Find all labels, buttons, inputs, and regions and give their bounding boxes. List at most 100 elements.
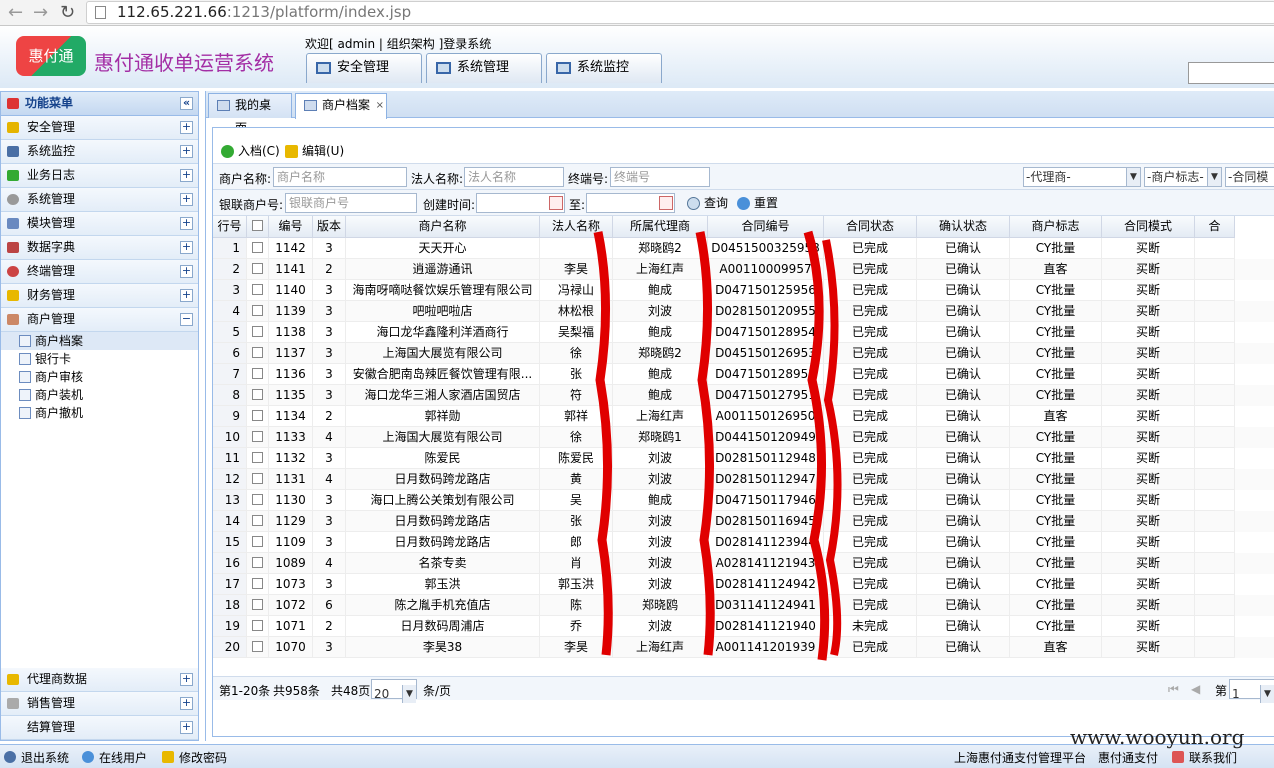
row-checkbox-cell[interactable] bbox=[247, 490, 269, 511]
row-checkbox-cell[interactable] bbox=[247, 322, 269, 343]
row-checkbox[interactable] bbox=[252, 242, 263, 253]
expand-icon[interactable]: + bbox=[180, 265, 193, 278]
row-checkbox-cell[interactable] bbox=[247, 385, 269, 406]
sidebar-subitem-install[interactable]: 商户装机 bbox=[1, 386, 198, 404]
table-row[interactable]: 6 1137 3 上海国大展览有限公司徐郑晓鸥2 D045150126953 已完成 已确认… bbox=[213, 343, 1274, 364]
agent-select[interactable]: -代理商- ▼ bbox=[1023, 167, 1141, 187]
row-checkbox[interactable] bbox=[252, 557, 263, 568]
row-checkbox-cell[interactable] bbox=[247, 532, 269, 553]
row-checkbox[interactable] bbox=[252, 641, 263, 652]
table-row[interactable]: 10 1133 4 上海国大展览有限公司徐郑晓鸥1 D044150120949 已完成 已确… bbox=[213, 427, 1274, 448]
row-checkbox[interactable] bbox=[252, 452, 263, 463]
collapse-sidebar-icon[interactable]: « bbox=[180, 97, 193, 110]
row-checkbox-cell[interactable] bbox=[247, 280, 269, 301]
logout-button[interactable]: 退出系统 bbox=[4, 749, 69, 766]
flag-select[interactable]: -商户标志- ▼ bbox=[1144, 167, 1222, 187]
row-checkbox[interactable] bbox=[252, 410, 263, 421]
top-tab-security[interactable]: 安全管理 bbox=[306, 53, 422, 83]
legal-name-input[interactable]: 法人名称 bbox=[464, 167, 564, 187]
row-checkbox-cell[interactable] bbox=[247, 616, 269, 637]
merchant-name-input[interactable]: 商户名称 bbox=[273, 167, 407, 187]
row-checkbox[interactable] bbox=[252, 284, 263, 295]
top-tab-monitor[interactable]: 系统监控 bbox=[546, 53, 662, 83]
page-number-select[interactable]: 1 ▼ bbox=[1229, 679, 1274, 703]
expand-icon[interactable]: + bbox=[180, 169, 193, 182]
union-id-input[interactable]: 银联商户号 bbox=[285, 193, 417, 213]
top-tab-system[interactable]: 系统管理 bbox=[426, 53, 542, 83]
row-checkbox-cell[interactable] bbox=[247, 238, 269, 259]
row-checkbox[interactable] bbox=[252, 305, 263, 316]
row-checkbox[interactable] bbox=[252, 368, 263, 379]
row-checkbox[interactable] bbox=[252, 494, 263, 505]
expand-icon[interactable]: + bbox=[180, 721, 193, 734]
table-row[interactable]: 20 1070 3 李昊38 李昊 上海红声 A001141201939 已完成 已确认 直客 买断 bbox=[213, 637, 1274, 658]
terminal-input[interactable]: 终端号 bbox=[610, 167, 710, 187]
row-checkbox[interactable] bbox=[252, 599, 263, 610]
row-checkbox-cell[interactable] bbox=[247, 574, 269, 595]
collapse-icon[interactable]: − bbox=[180, 313, 193, 326]
mode-select[interactable]: -合同模式 bbox=[1225, 167, 1274, 187]
forward-icon[interactable]: → bbox=[33, 2, 48, 23]
contact-button[interactable]: 联系我们 bbox=[1172, 749, 1237, 766]
row-checkbox-cell[interactable] bbox=[247, 259, 269, 280]
sidebar-item-sales[interactable]: 销售管理 + bbox=[1, 692, 198, 716]
table-row[interactable]: 4 1139 3 吧啦吧啦店 林松根 刘波 D028150120955 已完成 已确认 CY批量买… bbox=[213, 301, 1274, 322]
table-row[interactable]: 1 1142 3 天天开心 郑晓鸥2 D0451500325958 已完成 已确认 CY批量 买断 bbox=[213, 238, 1274, 259]
add-button[interactable]: 入档(C) bbox=[221, 142, 280, 160]
tab-merchant-file[interactable]: 商户档案 × bbox=[295, 93, 387, 119]
tab-desktop[interactable]: 我的桌面 bbox=[208, 93, 292, 135]
sidebar-item-merchant[interactable]: 商户管理 − bbox=[1, 308, 198, 332]
row-checkbox-cell[interactable] bbox=[247, 448, 269, 469]
edit-button[interactable]: 编辑(U) bbox=[285, 142, 344, 160]
table-row[interactable]: 13 1130 3 海口上腾公关策划有限公司吴鲍成 D047150117946 已完成 已确… bbox=[213, 490, 1274, 511]
sidebar-subitem-bankcard[interactable]: 银行卡 bbox=[1, 350, 198, 368]
row-checkbox[interactable] bbox=[252, 620, 263, 631]
query-button[interactable]: 查询 bbox=[687, 194, 728, 212]
table-row[interactable]: 11 1132 3 陈爱民 陈爱民 刘波 D028150112948 已完成 已确认 CY批量 买断 bbox=[213, 448, 1274, 469]
table-row[interactable]: 18 1072 6 陈之胤手机充值店陈郑晓鸥 D031141124941 已完成 已确认 CY… bbox=[213, 595, 1274, 616]
sidebar-subitem-merchant-file[interactable]: 商户档案 bbox=[1, 332, 198, 350]
close-tab-icon[interactable]: × bbox=[376, 94, 384, 117]
table-row[interactable]: 12 1131 4 日月数码跨龙路店黄刘波 D028150112947 已完成 已确认 CY批… bbox=[213, 469, 1274, 490]
column-header-checkbox[interactable] bbox=[247, 216, 269, 238]
row-checkbox[interactable] bbox=[252, 431, 263, 442]
expand-icon[interactable]: + bbox=[180, 145, 193, 158]
row-checkbox-cell[interactable] bbox=[247, 511, 269, 532]
row-checkbox-cell[interactable] bbox=[247, 637, 269, 658]
table-row[interactable]: 14 1129 3 日月数码跨龙路店张刘波 D028150116945 已完成 已确认 CY批… bbox=[213, 511, 1274, 532]
table-row[interactable]: 5 1138 3 海口龙华鑫隆利洋酒商行 吴梨福 鲍成 D047150128954 已完成 已确… bbox=[213, 322, 1274, 343]
calendar-icon[interactable] bbox=[549, 196, 563, 210]
online-users-button[interactable]: 在线用户 bbox=[82, 749, 147, 766]
change-password-button[interactable]: 修改密码 bbox=[162, 749, 227, 766]
expand-icon[interactable]: + bbox=[180, 241, 193, 254]
expand-icon[interactable]: + bbox=[180, 121, 193, 134]
row-checkbox-cell[interactable] bbox=[247, 427, 269, 448]
row-checkbox-cell[interactable] bbox=[247, 343, 269, 364]
table-row[interactable]: 7 1136 3 安徽合肥南岛辣匠餐饮管理有限... 张鲍成 D047150128952 已… bbox=[213, 364, 1274, 385]
sidebar-item-log[interactable]: 业务日志 + bbox=[1, 164, 198, 188]
expand-icon[interactable]: + bbox=[180, 193, 193, 206]
expand-icon[interactable]: + bbox=[180, 673, 193, 686]
row-checkbox[interactable] bbox=[252, 578, 263, 589]
row-checkbox[interactable] bbox=[252, 536, 263, 547]
expand-icon[interactable]: + bbox=[180, 697, 193, 710]
reload-icon[interactable]: ↻ bbox=[60, 2, 75, 23]
url-bar[interactable]: 112.65.221.66:1213/platform/index.jsp bbox=[86, 1, 1274, 24]
row-checkbox-cell[interactable] bbox=[247, 364, 269, 385]
reset-button[interactable]: 重置 bbox=[737, 194, 778, 212]
expand-icon[interactable]: + bbox=[180, 217, 193, 230]
expand-icon[interactable]: + bbox=[180, 289, 193, 302]
created-from-input[interactable] bbox=[476, 193, 565, 213]
row-checkbox[interactable] bbox=[252, 389, 263, 400]
row-checkbox[interactable] bbox=[252, 263, 263, 274]
page-size-select[interactable]: 20 ▼ bbox=[371, 679, 417, 703]
sidebar-item-security[interactable]: 安全管理 + bbox=[1, 116, 198, 140]
table-row[interactable]: 15 1109 3 日月数码跨龙路店郎刘波 D028141123944 已完成 已确认 CY批… bbox=[213, 532, 1274, 553]
row-checkbox-cell[interactable] bbox=[247, 553, 269, 574]
sidebar-subitem-audit[interactable]: 商户审核 bbox=[1, 368, 198, 386]
table-row[interactable]: 17 1073 3 郭玉洪 郭玉洪 刘波 D028141124942 已完成 已确认 CY批量 买断 bbox=[213, 574, 1274, 595]
select-all-checkbox[interactable] bbox=[252, 220, 263, 231]
table-row[interactable]: 2 1141 2 逍遥游通讯 李昊 上海红声 A00110009957 已完成 已确认 直客 买断 bbox=[213, 259, 1274, 280]
sidebar-item-module[interactable]: 模块管理 + bbox=[1, 212, 198, 236]
sidebar-item-dictionary[interactable]: 数据字典 + bbox=[1, 236, 198, 260]
